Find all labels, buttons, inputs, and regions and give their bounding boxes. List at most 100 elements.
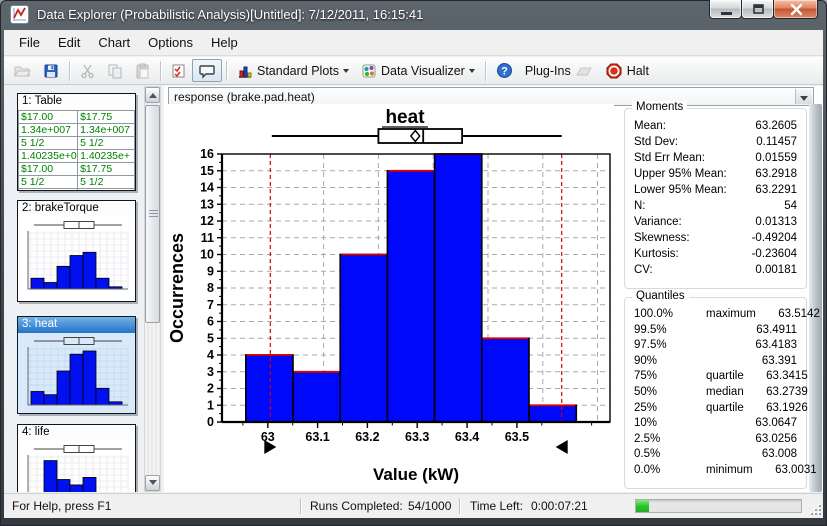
quantile-pct: 97.5%	[634, 338, 684, 354]
quantile-value: 63.5142	[756, 307, 820, 323]
quantile-pct: 75%	[634, 369, 684, 385]
toolbar-separator	[69, 61, 70, 81]
svg-text:5: 5	[207, 331, 214, 345]
quantile-value: 63.3415	[744, 369, 808, 385]
menu-options[interactable]: Options	[139, 31, 202, 54]
scroll-up-button[interactable]	[145, 87, 160, 103]
statusbar: For Help, press F1 Runs Completed: 54/10…	[4, 493, 823, 518]
open-button[interactable]	[8, 59, 37, 82]
svg-text:0: 0	[207, 415, 214, 429]
thumbnail-heat-selected[interactable]: 3: heat	[17, 316, 136, 414]
main-chart: 0123456789101112131415166363.163.263.363…	[168, 104, 614, 497]
toolbar: Standard Plots Data Visualizer ? Plug-In…	[4, 57, 823, 85]
chart-title: heat	[385, 107, 425, 128]
minimize-button[interactable]	[709, 0, 742, 19]
paste-button[interactable]	[129, 59, 156, 82]
moments-title: Moments	[632, 101, 687, 113]
quantile-name	[684, 432, 733, 448]
x-axis-label: Value (kW)	[373, 465, 459, 484]
quantiles-row: 50%median63.2739	[625, 385, 806, 401]
thumbnail-title: 2: brakeTorque	[18, 201, 135, 217]
quantile-name	[684, 447, 733, 463]
thumbnail-title: 4: life	[18, 425, 135, 441]
quantile-name: maximum	[684, 307, 756, 323]
scrollbar-thumb[interactable]	[145, 105, 160, 323]
comment-bubble-button[interactable]	[192, 59, 222, 82]
moment-value: 63.2291	[755, 182, 797, 198]
time-left-label: Time Left:	[470, 499, 523, 513]
quantile-value: 63.0256	[733, 432, 797, 448]
table-row: $17.00$17.75	[19, 163, 135, 176]
paste-icon	[135, 63, 150, 79]
scrollbar-grip-icon	[149, 210, 158, 217]
right-scrollbar[interactable]	[809, 104, 822, 492]
table-row: $17.00$17.75	[19, 111, 135, 124]
quantiles-title: Quantiles	[632, 290, 689, 302]
histogram-chart-panel[interactable]: 0123456789101112131415166363.163.263.363…	[168, 104, 614, 492]
svg-text:8: 8	[207, 281, 214, 295]
scroll-down-button[interactable]	[145, 475, 160, 491]
quantiles-row: 97.5%63.4183	[625, 338, 806, 354]
copy-button[interactable]	[101, 59, 129, 82]
combobox-dropdown-button[interactable]	[795, 89, 812, 104]
help-icon: ?	[496, 62, 513, 79]
moment-label: Variance:	[634, 214, 682, 230]
quantiles-list: 100.0%maximum63.514299.5%63.491197.5%63.…	[625, 298, 806, 483]
copy-icon	[107, 63, 123, 79]
moment-label: Kurtosis:	[634, 246, 679, 262]
svg-text:63.4: 63.4	[455, 430, 479, 444]
toolbar-separator	[226, 61, 227, 81]
thumbnail-life[interactable]: 4: life	[17, 424, 136, 492]
quantile-value: 63.1926	[744, 401, 808, 417]
close-button[interactable]	[773, 0, 818, 19]
menu-chart[interactable]: Chart	[89, 31, 139, 54]
moment-value: 0.01559	[755, 150, 797, 166]
resize-grip[interactable]	[808, 502, 821, 515]
table-cell: 1.34e+007	[19, 124, 78, 137]
cut-button[interactable]	[74, 59, 101, 82]
halt-button[interactable]: Halt	[599, 59, 655, 82]
restore-button[interactable]	[741, 0, 774, 19]
halt-label: Halt	[627, 64, 649, 78]
quantile-pct: 0.5%	[634, 447, 684, 463]
thumbnail-scrollbar[interactable]	[144, 86, 161, 492]
moment-label: Std Err Mean:	[634, 150, 705, 166]
plug-ins-icon	[575, 64, 593, 78]
moments-row: Lower 95% Mean:63.2291	[625, 182, 806, 198]
plug-ins-button[interactable]: Plug-Ins	[519, 59, 599, 82]
help-button[interactable]: ?	[490, 59, 519, 82]
moments-row: Kurtosis:-0.23604	[625, 246, 806, 262]
menu-edit[interactable]: Edit	[49, 31, 89, 54]
svg-text:63.2: 63.2	[355, 430, 379, 444]
chevron-down-icon	[800, 96, 808, 105]
svg-text:2: 2	[207, 382, 214, 396]
moments-row: Skewness:-0.49204	[625, 230, 806, 246]
moment-value: 63.2918	[755, 166, 797, 182]
menu-help[interactable]: Help	[202, 31, 247, 54]
thumbnail-title: 3: heat	[18, 317, 135, 333]
run-checklist-button[interactable]	[165, 59, 192, 82]
checklist-icon	[171, 63, 186, 79]
svg-text:4: 4	[207, 348, 214, 362]
svg-text:7: 7	[207, 298, 214, 312]
save-button[interactable]	[37, 59, 65, 82]
data-visualizer-icon	[361, 63, 377, 79]
arrow-down-icon	[149, 480, 157, 489]
moments-row: Variance:0.01313	[625, 214, 806, 230]
thumbnail-table[interactable]: 1: Table $17.00$17.751.34e+0071.34e+0075…	[17, 93, 136, 191]
app-window: Data Explorer (Probabilistic Analysis)[U…	[0, 0, 827, 526]
moment-value: 0.11457	[756, 134, 797, 150]
quantile-value: 63.391	[733, 354, 797, 370]
status-help-text: For Help, press F1	[12, 499, 111, 513]
titlebar[interactable]: Data Explorer (Probabilistic Analysis)[U…	[0, 0, 827, 30]
thumbnail-braketorque[interactable]: 2: brakeTorque	[17, 200, 136, 302]
open-folder-icon	[14, 63, 31, 79]
standard-plots-button[interactable]: Standard Plots	[231, 59, 355, 82]
plug-ins-label: Plug-Ins	[525, 64, 571, 78]
table-row: 5.235.23	[19, 189, 135, 192]
table-row: 1.34e+0071.34e+007	[19, 124, 135, 137]
thumb-table-body: $17.00$17.751.34e+0071.34e+0075 1/25 1/2…	[19, 111, 135, 192]
data-visualizer-button[interactable]: Data Visualizer	[355, 59, 481, 82]
quantile-name	[684, 416, 733, 432]
menu-file[interactable]: File	[10, 31, 49, 54]
